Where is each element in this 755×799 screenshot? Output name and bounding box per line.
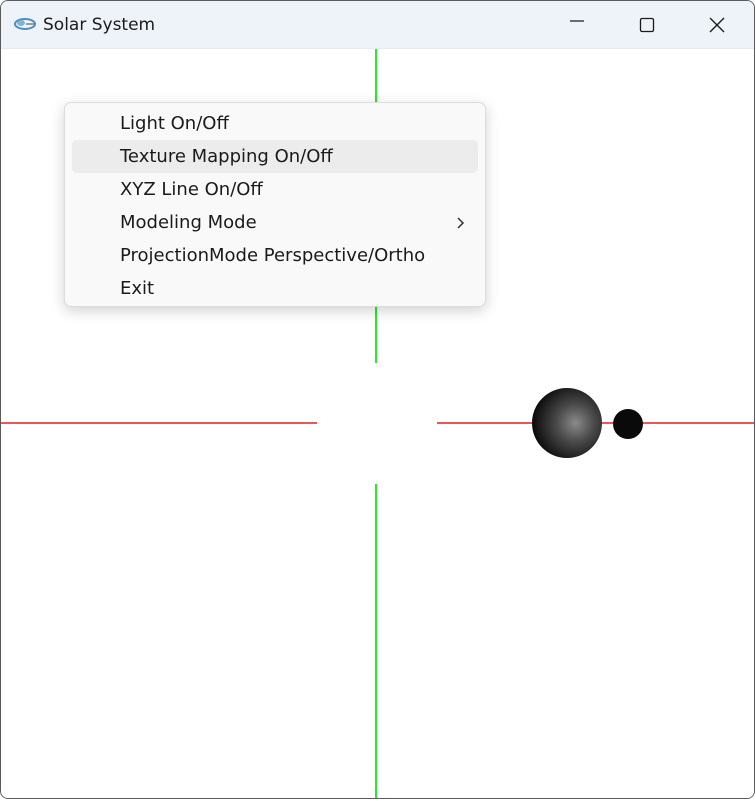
context-menu: Light On/Off Texture Mapping On/Off XYZ … bbox=[64, 102, 486, 307]
title-bar[interactable]: Solar System bbox=[1, 1, 754, 49]
menu-item-xyz-line[interactable]: XYZ Line On/Off bbox=[72, 173, 478, 206]
opengl-app-icon[interactable] bbox=[14, 16, 36, 32]
minimize-icon bbox=[570, 19, 584, 22]
chevron-right-icon bbox=[457, 217, 465, 229]
minimize-button[interactable] bbox=[542, 1, 612, 48]
menu-item-label: Light On/Off bbox=[120, 113, 229, 134]
menu-item-label: ProjectionMode Perspective/Ortho bbox=[120, 245, 426, 266]
menu-item-modeling-mode[interactable]: Modeling Mode bbox=[72, 206, 478, 239]
menu-item-label: Modeling Mode bbox=[120, 212, 257, 233]
close-button[interactable] bbox=[682, 1, 752, 48]
window-title: Solar System bbox=[43, 15, 156, 35]
app-window: Solar System Light On/Off Texture Mappin… bbox=[0, 0, 755, 799]
moon-sphere bbox=[613, 409, 643, 439]
close-icon bbox=[709, 17, 725, 32]
menu-item-projection-mode[interactable]: ProjectionMode Perspective/Ortho bbox=[72, 239, 478, 272]
menu-item-label: XYZ Line On/Off bbox=[120, 179, 263, 200]
menu-item-label: Texture Mapping On/Off bbox=[120, 146, 333, 167]
menu-item-label: Exit bbox=[120, 278, 155, 299]
menu-item-exit[interactable]: Exit bbox=[72, 272, 478, 305]
menu-item-texture-mapping[interactable]: Texture Mapping On/Off bbox=[72, 140, 478, 173]
maximize-icon bbox=[639, 17, 655, 32]
planet-sphere bbox=[532, 388, 602, 458]
menu-item-light[interactable]: Light On/Off bbox=[72, 107, 478, 140]
maximize-button[interactable] bbox=[612, 1, 682, 48]
